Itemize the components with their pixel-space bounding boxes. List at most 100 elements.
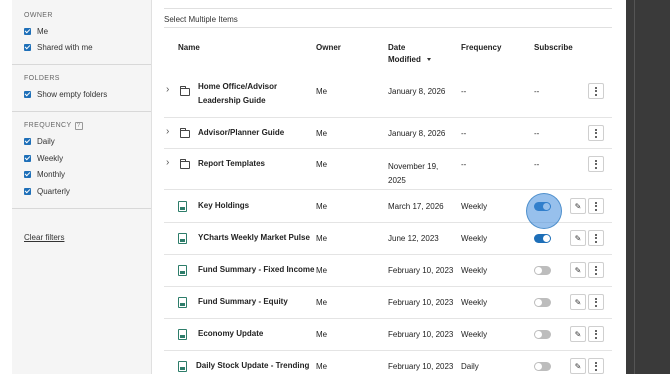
owner-filter-me[interactable]: Me (24, 23, 139, 40)
toggle-knob (543, 203, 550, 210)
more-options-button[interactable] (588, 198, 604, 214)
edit-button[interactable]: ✎ (570, 198, 586, 214)
subscribe-toggle[interactable] (534, 234, 551, 243)
column-header-modified-label: Modified (388, 55, 421, 64)
table-row[interactable]: › Report Templates Me November 19, 2025 … (164, 149, 612, 190)
row-frequency: Weekly (461, 202, 488, 211)
edit-button[interactable]: ✎ (570, 294, 586, 310)
checkbox-checked[interactable] (24, 44, 31, 52)
more-options-button[interactable] (588, 83, 604, 99)
checkbox-checked[interactable] (24, 27, 31, 35)
column-header-modified[interactable]: Modified (388, 55, 431, 64)
table-row[interactable]: Daily Stock Update - Trending Me Februar… (164, 351, 612, 374)
subscribe-toggle[interactable] (534, 202, 551, 211)
column-header-subscribe[interactable]: Subscribe (534, 43, 573, 52)
table-row[interactable]: › Advisor/Planner Guide Me January 8, 20… (164, 118, 612, 149)
row-owner: Me (316, 87, 328, 96)
filter-sidebar: OWNER Me Shared with me FOLDERS Show emp… (12, 0, 152, 374)
show-empty-folders-filter[interactable]: Show empty folders (24, 86, 139, 103)
row-name[interactable]: Daily Stock Update - Trending (196, 359, 309, 373)
more-options-button[interactable] (588, 230, 604, 246)
checkbox-checked[interactable] (24, 171, 31, 179)
edit-button[interactable]: ✎ (570, 358, 586, 374)
more-options-button[interactable] (588, 326, 604, 342)
frequency-filter-monthly[interactable]: Monthly (24, 167, 139, 184)
divider (164, 27, 612, 28)
row-name[interactable]: Home Office/Advisor Leadership Guide (198, 80, 308, 108)
chevron-right-icon[interactable]: › (166, 84, 169, 95)
row-name[interactable]: Economy Update (198, 327, 263, 341)
checkbox-checked[interactable] (24, 90, 31, 98)
table-row[interactable]: Fund Summary - Equity Me February 10, 20… (164, 287, 612, 319)
row-name[interactable]: Fund Summary - Equity (198, 295, 288, 309)
scrollbar[interactable] (626, 0, 670, 374)
edit-button[interactable]: ✎ (570, 326, 586, 342)
table-row[interactable]: Economy Update Me February 10, 2023 Week… (164, 319, 612, 351)
more-options-button[interactable] (588, 156, 604, 172)
frequency-filter-daily[interactable]: Daily (24, 134, 139, 151)
report-document-icon (178, 329, 187, 340)
kebab-menu-icon (595, 233, 597, 243)
help-icon[interactable]: ? (74, 121, 83, 130)
more-options-button[interactable] (588, 125, 604, 141)
table-row[interactable]: YCharts Weekly Market Pulse Me June 12, … (164, 223, 612, 255)
pencil-icon: ✎ (574, 233, 582, 243)
report-document-icon (178, 265, 187, 276)
row-owner: Me (316, 266, 328, 275)
row-owner: Me (316, 330, 328, 339)
table-row[interactable]: Key Holdings Me March 17, 2026 Weekly ✎ (164, 190, 612, 223)
kebab-menu-icon (595, 297, 597, 307)
frequency-filter-heading: FREQUENCY ? (24, 121, 139, 130)
frequency-filter-weekly[interactable]: Weekly (24, 150, 139, 167)
row-name-line1: Home Office/Advisor (198, 82, 278, 91)
subscribe-toggle[interactable] (534, 298, 551, 307)
row-frequency: Weekly (461, 330, 488, 339)
owner-filter-section: OWNER Me Shared with me (12, 0, 151, 65)
report-document-icon (178, 201, 187, 212)
row-frequency: -- (461, 129, 467, 138)
scrollbar-track[interactable] (634, 0, 635, 374)
row-name[interactable]: Advisor/Planner Guide (198, 126, 284, 140)
row-date-line2: 2025 (388, 176, 406, 185)
chevron-right-icon[interactable]: › (166, 126, 169, 137)
column-header-owner[interactable]: Owner (316, 43, 341, 52)
column-header-frequency[interactable]: Frequency (461, 43, 501, 52)
folder-icon (180, 159, 190, 169)
subscribe-toggle[interactable] (534, 266, 551, 275)
more-options-button[interactable] (588, 294, 604, 310)
subscribe-toggle[interactable] (534, 330, 551, 339)
column-header-date[interactable]: Date (388, 43, 405, 52)
row-name[interactable]: YCharts Weekly Market Pulse (198, 231, 310, 245)
edit-button[interactable]: ✎ (570, 230, 586, 246)
row-name[interactable]: Fund Summary - Fixed Income (198, 263, 314, 277)
row-owner: Me (316, 234, 328, 243)
select-multiple-items[interactable]: Select Multiple Items (164, 15, 238, 24)
row-name[interactable]: Report Templates (198, 157, 265, 171)
checkbox-label: Weekly (37, 153, 64, 163)
sort-desc-icon (426, 58, 431, 62)
report-list: Select Multiple Items Name Owner Date Mo… (164, 0, 612, 374)
pencil-icon: ✎ (574, 201, 582, 211)
kebab-menu-icon (595, 201, 597, 211)
table-row[interactable]: Fund Summary - Fixed Income Me February … (164, 255, 612, 287)
row-owner: Me (316, 362, 328, 371)
checkbox-checked[interactable] (24, 138, 31, 146)
checkbox-checked[interactable] (24, 187, 31, 195)
edit-button[interactable]: ✎ (570, 262, 586, 278)
checkbox-checked[interactable] (24, 154, 31, 162)
clear-filters-link[interactable]: Clear filters (24, 233, 64, 242)
owner-filter-shared[interactable]: Shared with me (24, 40, 139, 57)
checkbox-label: Daily (37, 137, 55, 147)
table-row[interactable]: › Home Office/Advisor Leadership Guide M… (164, 73, 612, 118)
subscribe-toggle[interactable] (534, 362, 551, 371)
more-options-button[interactable] (588, 262, 604, 278)
checkbox-label: Quarterly (37, 186, 70, 196)
more-options-button[interactable] (588, 358, 604, 374)
folder-icon (180, 128, 190, 138)
owner-filter-heading: OWNER (24, 12, 53, 19)
column-header-name[interactable]: Name (178, 43, 200, 52)
folders-filter-section: FOLDERS Show empty folders (12, 65, 151, 112)
frequency-filter-quarterly[interactable]: Quarterly (24, 183, 139, 200)
row-name[interactable]: Key Holdings (198, 199, 249, 213)
chevron-right-icon[interactable]: › (166, 157, 169, 168)
